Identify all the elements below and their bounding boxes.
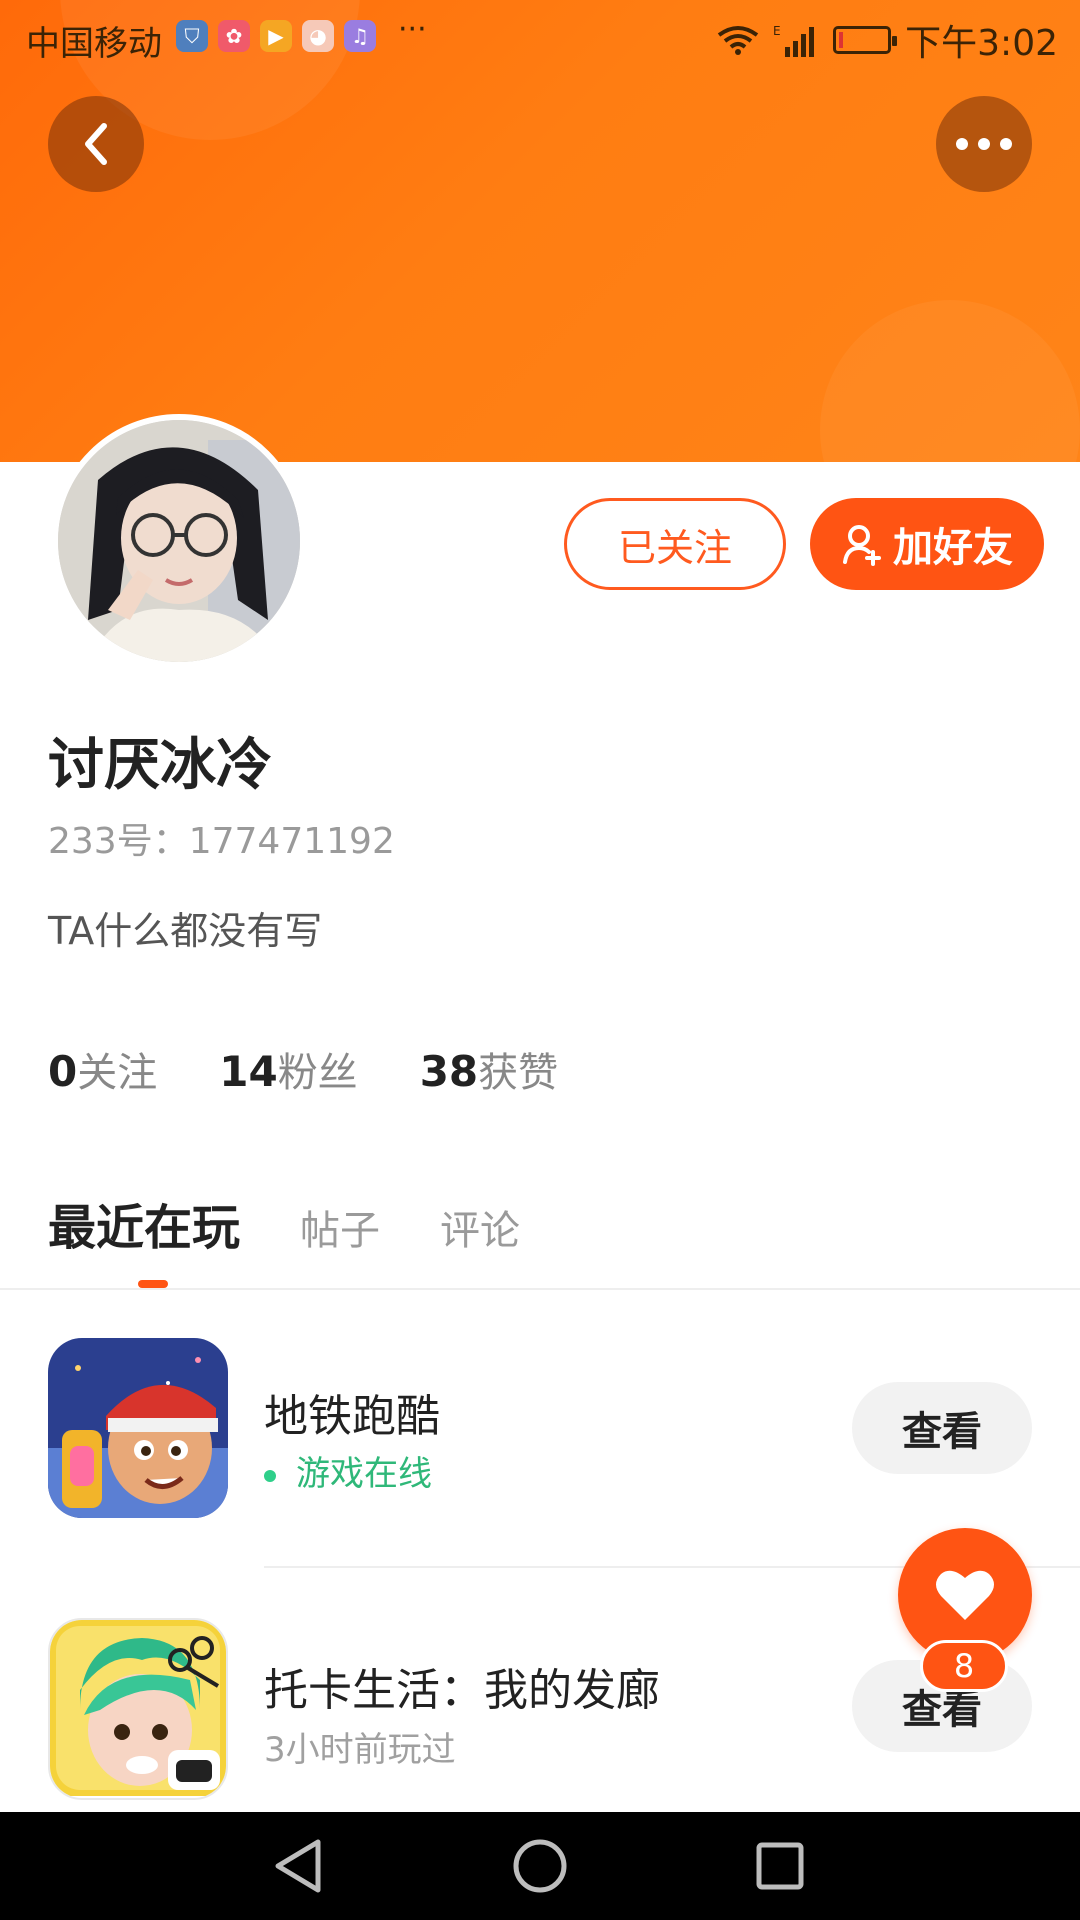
- likes-count: 38: [419, 1047, 479, 1096]
- game-status-online: 游戏在线: [264, 1446, 432, 1495]
- tabs-divider: [0, 1288, 1080, 1290]
- circle-home-icon: [513, 1839, 567, 1893]
- wifi-icon: [717, 26, 759, 55]
- back-button[interactable]: [48, 96, 144, 192]
- more-options-button[interactable]: [936, 96, 1032, 192]
- add-user-icon: [843, 525, 881, 566]
- followed-button-label: 已关注: [617, 525, 732, 570]
- fans-label: 粉丝: [277, 1050, 358, 1096]
- music-icon: ♫: [344, 20, 376, 52]
- app-notification-icon: ✿: [218, 20, 250, 52]
- add-friend-button[interactable]: 加好友: [810, 498, 1044, 590]
- game-icon-subway-surfers[interactable]: [48, 1338, 228, 1518]
- back-arrow-icon: [85, 123, 107, 165]
- following-stat[interactable]: 0关注: [48, 1040, 157, 1098]
- more-notifications-icon: ···: [398, 12, 427, 47]
- shield-icon: ⛉: [176, 20, 208, 52]
- like-count-badge: 8: [920, 1640, 1008, 1692]
- clock: 下午3:02: [905, 23, 1058, 64]
- profile-tabs: 最近在玩 帖子 评论: [48, 1188, 520, 1258]
- nav-back-button[interactable]: [266, 1834, 330, 1898]
- fans-stat[interactable]: 14粉丝: [219, 1040, 357, 1098]
- online-dot-icon: [264, 1469, 276, 1482]
- nav-home-button[interactable]: [508, 1834, 572, 1898]
- avatar[interactable]: [52, 414, 306, 668]
- tab-comments[interactable]: 评论: [440, 1198, 520, 1256]
- likes-stat[interactable]: 38获赞: [420, 1040, 558, 1098]
- game-icon-toca-hair-salon[interactable]: [48, 1618, 228, 1800]
- triangle-back-icon: [275, 1839, 321, 1893]
- status-bar: 中国移动 ⛉ ✿ ▶ ◕ ♫ ··· E 下午3:02: [0, 0, 1080, 74]
- active-tab-indicator: [138, 1280, 168, 1288]
- view-game-button[interactable]: 查看: [852, 1382, 1032, 1474]
- carrier-label: 中国移动: [26, 24, 162, 64]
- username: 讨厌冰冷: [48, 733, 272, 798]
- square-recents-icon: [756, 1842, 804, 1890]
- user-bio: TA什么都没有写: [48, 909, 323, 953]
- nav-recents-button[interactable]: [748, 1834, 812, 1898]
- game-title[interactable]: 地铁跑酷: [264, 1380, 440, 1444]
- battery-icon: [833, 26, 898, 54]
- game-title[interactable]: 托卡生活：我的发廊: [264, 1654, 660, 1718]
- signal-icon: E: [773, 24, 815, 57]
- avatar-photo: [58, 420, 300, 662]
- followed-button[interactable]: 已关注: [564, 498, 786, 590]
- likes-label: 获赞: [478, 1050, 559, 1096]
- user-id: 233号：177471192: [48, 821, 395, 862]
- tab-posts[interactable]: 帖子: [300, 1198, 380, 1256]
- svg-text:E: E: [773, 24, 781, 38]
- add-friend-label: 加好友: [893, 525, 1013, 571]
- following-count: 0: [48, 1047, 78, 1096]
- notification-icons: ⛉ ✿ ▶ ◕ ♫: [176, 20, 376, 52]
- more-dots-icon: [956, 138, 1012, 150]
- fans-count: 14: [219, 1047, 278, 1096]
- play-icon: ▶: [260, 20, 292, 52]
- mask-icon: ◕: [302, 20, 334, 52]
- game-status-text: 游戏在线: [296, 1454, 432, 1494]
- view-button-label: 查看: [902, 1409, 982, 1455]
- tab-recently-played[interactable]: 最近在玩: [48, 1188, 240, 1258]
- game-last-played: 3小时前玩过: [264, 1730, 456, 1770]
- heart-icon: [936, 1570, 994, 1620]
- system-nav-bar: [0, 1812, 1080, 1920]
- profile-stats: 0关注 14粉丝 38获赞: [48, 1040, 558, 1098]
- following-label: 关注: [77, 1050, 158, 1096]
